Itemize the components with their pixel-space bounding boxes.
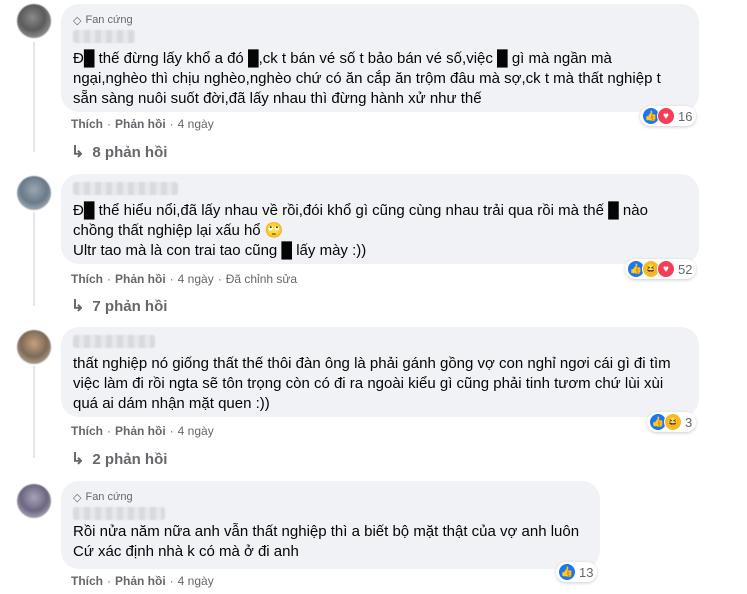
like-button[interactable]: Thích bbox=[71, 117, 103, 131]
timestamp[interactable]: 4 ngày bbox=[178, 117, 214, 131]
thread-line bbox=[33, 212, 35, 306]
author-name-blurred[interactable] bbox=[73, 182, 178, 195]
timestamp[interactable]: 4 ngày bbox=[178, 424, 214, 438]
reaction-count: 3 bbox=[685, 414, 693, 430]
reply-arrow-icon: ↳ bbox=[71, 451, 85, 468]
reply-button[interactable]: Phản hồi bbox=[115, 117, 166, 131]
comment-text: thất nghiệp nó giống thất thế thôi đàn ô… bbox=[73, 355, 675, 412]
replies-label: 2 phản hồi bbox=[92, 450, 168, 468]
comment-text: Đ█ thế đừng lấy khổ a đó █,ck t bán vé s… bbox=[73, 50, 665, 107]
timestamp[interactable]: 4 ngày bbox=[178, 272, 214, 286]
comment-bubble: ◇ Fan cứng Đ█ thế đừng lấy khổ a đó █,ck … bbox=[61, 4, 699, 112]
reaction-count: 52 bbox=[678, 261, 693, 277]
edited-label[interactable]: Đã chỉnh sửa bbox=[226, 272, 297, 286]
comment-actions: Thích · Phản hồi · 4 ngày bbox=[71, 424, 214, 438]
like-reaction-icon: 👍 bbox=[558, 563, 576, 581]
view-replies-button[interactable]: ↳ 8 phản hồi bbox=[71, 142, 167, 162]
reaction-summary[interactable]: 👍 😆 3 bbox=[647, 412, 697, 432]
comment-actions: Thích · Phản hồi · 4 ngày · Đã chỉnh sửa bbox=[71, 272, 298, 286]
view-replies-button[interactable]: ↳ 7 phản hồi bbox=[71, 296, 167, 316]
comment-bubble: ◇ Fan cứng Rồi nửa năm nữa anh vẫn thất n… bbox=[61, 481, 600, 569]
timestamp[interactable]: 4 ngày bbox=[178, 574, 214, 588]
like-button[interactable]: Thích bbox=[71, 424, 103, 438]
thread-line bbox=[33, 366, 35, 458]
author-name-blurred[interactable] bbox=[73, 30, 135, 43]
replies-label: 7 phản hồi bbox=[92, 297, 168, 315]
comment-text: Đ█ thể hiểu nổi,đã lấy nhau về rồi,đói k… bbox=[73, 202, 648, 259]
reaction-count: 13 bbox=[579, 564, 594, 580]
reaction-summary[interactable]: 👍 ♥ 16 bbox=[640, 106, 697, 126]
avatar[interactable] bbox=[17, 330, 51, 364]
replies-label: 8 phản hồi bbox=[92, 143, 168, 161]
author-name-blurred[interactable] bbox=[73, 507, 165, 520]
fan-badge: ◇ Fan cứng bbox=[73, 14, 133, 27]
author-name-blurred[interactable] bbox=[73, 335, 155, 348]
comment-text: Rồi nửa năm nữa anh vẫn thất nghiệp thì … bbox=[73, 523, 580, 560]
avatar[interactable] bbox=[17, 176, 51, 210]
reaction-summary[interactable]: 👍 😆 ♥ 52 bbox=[625, 259, 697, 279]
comment-actions: Thích · Phản hồi · 4 ngày bbox=[71, 574, 214, 588]
reaction-count: 16 bbox=[678, 108, 693, 124]
reply-button[interactable]: Phản hồi bbox=[115, 574, 166, 588]
comment-actions: Thích · Phản hồi · 4 ngày bbox=[71, 117, 214, 131]
thread-line bbox=[33, 42, 35, 152]
haha-reaction-icon: 😆 bbox=[664, 413, 682, 431]
like-button[interactable]: Thích bbox=[71, 574, 103, 588]
love-reaction-icon: ♥ bbox=[657, 260, 675, 278]
reply-button[interactable]: Phản hồi bbox=[115, 272, 166, 286]
love-reaction-icon: ♥ bbox=[657, 107, 675, 125]
avatar[interactable] bbox=[17, 4, 51, 38]
reaction-summary[interactable]: 👍 13 bbox=[556, 562, 598, 582]
reply-arrow-icon: ↳ bbox=[71, 144, 85, 161]
reply-arrow-icon: ↳ bbox=[71, 298, 85, 315]
view-replies-button[interactable]: ↳ 2 phản hồi bbox=[71, 449, 167, 469]
like-button[interactable]: Thích bbox=[71, 272, 103, 286]
diamond-icon: ◇ bbox=[73, 491, 82, 504]
reply-button[interactable]: Phản hồi bbox=[115, 424, 166, 438]
comment-bubble: Đ█ thể hiểu nổi,đã lấy nhau về rồi,đói k… bbox=[61, 174, 699, 264]
comment-bubble: thất nghiệp nó giống thất thế thôi đàn ô… bbox=[61, 327, 699, 417]
avatar[interactable] bbox=[17, 484, 51, 518]
fan-badge: ◇ Fan cứng bbox=[73, 491, 133, 504]
diamond-icon: ◇ bbox=[73, 14, 82, 27]
